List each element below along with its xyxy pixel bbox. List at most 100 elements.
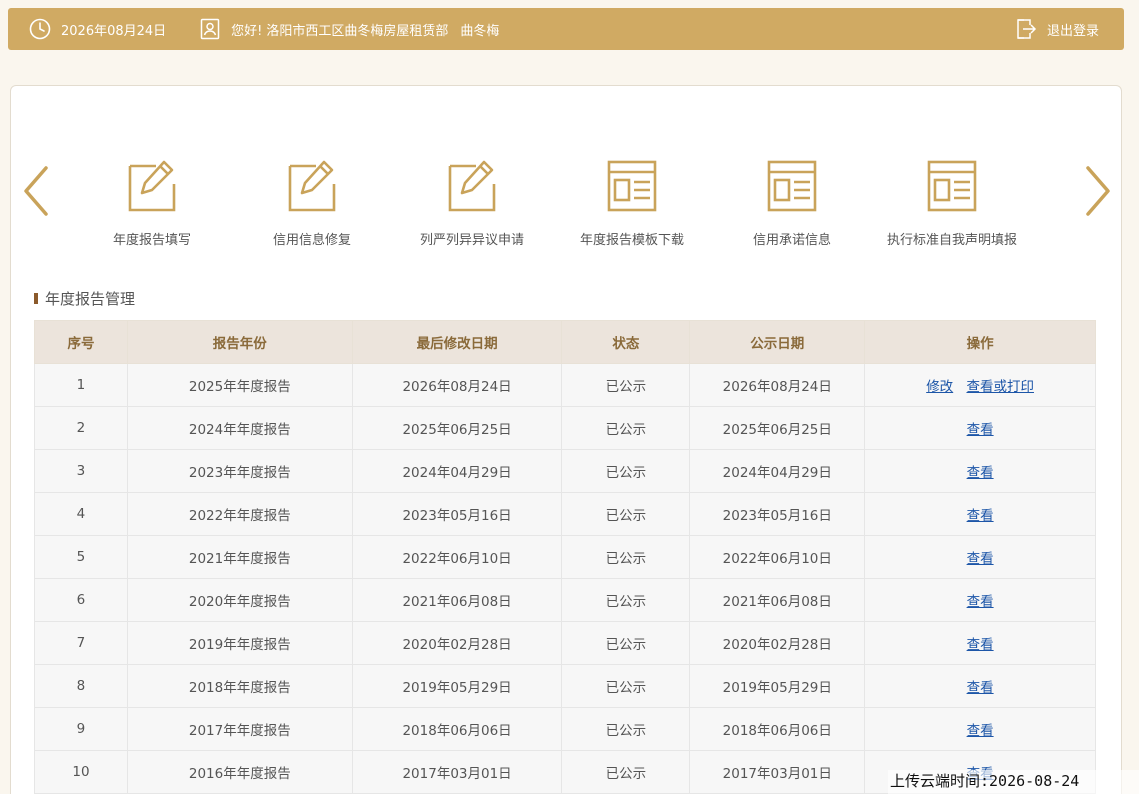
view-link[interactable]: 查看 xyxy=(967,551,994,567)
cell-published: 2023年05月16日 xyxy=(689,492,866,536)
logout-button[interactable]: 退出登录 xyxy=(1014,8,1099,50)
cell-published: 2021年06月08日 xyxy=(689,578,866,622)
cell-modified: 2026年08月24日 xyxy=(351,363,563,407)
cell-published: 2026年08月24日 xyxy=(689,363,866,407)
cell-modified: 2018年06月06日 xyxy=(351,707,563,751)
cell-modified: 2020年02月28日 xyxy=(351,621,563,665)
cell-status: 已公示 xyxy=(561,621,691,665)
cell-status: 已公示 xyxy=(561,707,691,751)
quick-link-template-download[interactable]: 年度报告模板下载 xyxy=(557,158,707,248)
cell-no: 6 xyxy=(34,578,128,622)
cell-modified: 2023年05月16日 xyxy=(351,492,563,536)
cell-published: 2024年04月29日 xyxy=(689,449,866,493)
cell-modified: 2017年03月01日 xyxy=(351,750,563,794)
col-header-published: 公示日期 xyxy=(689,320,866,364)
section-marker xyxy=(34,293,38,304)
cell-year: 2018年年度报告 xyxy=(126,664,353,708)
quick-link-label: 信用承诺信息 xyxy=(752,233,831,248)
table-row: 6 2020年年度报告 2021年06月08日 已公示 2021年06月08日 … xyxy=(34,578,1096,622)
chevron-left-icon xyxy=(24,166,48,216)
document-template-icon xyxy=(607,160,657,212)
cell-no: 9 xyxy=(34,707,128,751)
quick-link-label: 信用信息修复 xyxy=(272,233,351,248)
col-header-year: 报告年份 xyxy=(126,320,353,364)
date-display: 2026年08月24日 xyxy=(28,17,166,41)
cell-status: 已公示 xyxy=(561,664,691,708)
quick-link-label: 列严列异异议申请 xyxy=(419,233,524,248)
user-info: 您好! 洛阳市西工区曲冬梅房屋租赁部 曲冬梅 xyxy=(198,17,499,41)
cell-year: 2022年年度报告 xyxy=(126,492,353,536)
quick-link-label: 年度报告模板下载 xyxy=(579,233,684,248)
cell-actions: 查看 xyxy=(864,535,1096,579)
top-bar: 2026年08月24日 您好! 洛阳市西工区曲冬梅房屋租赁部 曲冬梅 退出登录 xyxy=(8,8,1124,50)
table-row: 7 2019年年度报告 2020年02月28日 已公示 2020年02月28日 … xyxy=(34,621,1096,665)
cell-year: 2019年年度报告 xyxy=(126,621,353,665)
view-link[interactable]: 查看 xyxy=(967,594,994,610)
logout-icon xyxy=(1014,17,1038,41)
table-row: 1 2025年年度报告 2026年08月24日 已公示 2026年08月24日 … xyxy=(34,363,1096,407)
cell-modified: 2021年06月08日 xyxy=(351,578,563,622)
col-header-actions: 操作 xyxy=(864,320,1096,364)
upload-time-watermark: 上传云端时间:2026-08-24 20:47:28 xyxy=(888,770,1139,794)
view-link[interactable]: 查看 xyxy=(967,680,994,696)
main-panel: 年度报告填写 信用信息修复 列严列异异议申请 年度报告模板下载 信用承诺信息 执… xyxy=(10,85,1122,794)
table-header-row: 序号 报告年份 最后修改日期 状态 公示日期 操作 xyxy=(34,320,1096,364)
cell-no: 4 xyxy=(34,492,128,536)
section-title: 年度报告管理 xyxy=(34,288,135,309)
chevron-right-icon xyxy=(1086,166,1110,216)
cell-year: 2020年年度报告 xyxy=(126,578,353,622)
view-link[interactable]: 查看 xyxy=(967,422,994,438)
edit-link[interactable]: 修改 xyxy=(926,379,953,395)
table-row: 2 2024年年度报告 2025年06月25日 已公示 2025年06月25日 … xyxy=(34,406,1096,450)
view-print-link[interactable]: 查看或打印 xyxy=(966,379,1034,395)
col-header-status: 状态 xyxy=(561,320,691,364)
clock-icon xyxy=(28,17,52,41)
quick-link-standard-declaration[interactable]: 执行标准自我声明填报 xyxy=(877,158,1027,248)
view-link[interactable]: 查看 xyxy=(967,637,994,653)
cell-actions: 查看 xyxy=(864,621,1096,665)
edit-form-icon xyxy=(448,160,496,212)
cell-actions: 查看 xyxy=(864,449,1096,493)
cell-published: 2022年06月10日 xyxy=(689,535,866,579)
cell-published: 2017年03月01日 xyxy=(689,750,866,794)
greeting-text: 您好! xyxy=(231,23,263,39)
cell-modified: 2024年04月29日 xyxy=(351,449,563,493)
view-link[interactable]: 查看 xyxy=(967,723,994,739)
document-template-icon xyxy=(767,160,817,212)
cell-actions: 查看 xyxy=(864,406,1096,450)
cell-actions: 查看 xyxy=(864,707,1096,751)
table-row: 4 2022年年度报告 2023年05月16日 已公示 2023年05月16日 … xyxy=(34,492,1096,536)
cell-published: 2025年06月25日 xyxy=(689,406,866,450)
section-title-text: 年度报告管理 xyxy=(45,290,136,308)
quick-link-credit-repair[interactable]: 信用信息修复 xyxy=(237,158,387,248)
quick-link-objection-application[interactable]: 列严列异异议申请 xyxy=(397,158,547,248)
cell-no: 10 xyxy=(34,750,128,794)
cell-status: 已公示 xyxy=(561,750,691,794)
view-link[interactable]: 查看 xyxy=(967,465,994,481)
cell-published: 2020年02月28日 xyxy=(689,621,866,665)
carousel-prev-button[interactable] xyxy=(21,164,51,218)
quick-link-label: 执行标准自我声明填报 xyxy=(886,233,1017,248)
cell-year: 2025年年度报告 xyxy=(126,363,353,407)
cell-status: 已公示 xyxy=(561,449,691,493)
company-name: 洛阳市西工区曲冬梅房屋租赁部 xyxy=(266,23,449,39)
user-name: 曲冬梅 xyxy=(460,23,500,39)
table-row: 9 2017年年度报告 2018年06月06日 已公示 2018年06月06日 … xyxy=(34,707,1096,751)
cell-status: 已公示 xyxy=(561,363,691,407)
cell-modified: 2022年06月10日 xyxy=(351,535,563,579)
quick-link-credit-commitment[interactable]: 信用承诺信息 xyxy=(717,158,867,248)
col-header-no: 序号 xyxy=(34,320,128,364)
cell-year: 2017年年度报告 xyxy=(126,707,353,751)
view-link[interactable]: 查看 xyxy=(967,508,994,524)
quick-link-annual-report-fill[interactable]: 年度报告填写 xyxy=(77,158,227,248)
cell-no: 1 xyxy=(34,363,128,407)
cell-year: 2023年年度报告 xyxy=(126,449,353,493)
cell-status: 已公示 xyxy=(561,406,691,450)
carousel-next-button[interactable] xyxy=(1083,164,1113,218)
cell-year: 2021年年度报告 xyxy=(126,535,353,579)
cell-actions: 查看 xyxy=(864,492,1096,536)
quick-link-label: 年度报告填写 xyxy=(112,233,191,248)
cell-no: 5 xyxy=(34,535,128,579)
edit-form-icon xyxy=(128,160,176,212)
cell-actions: 修改 查看或打印 xyxy=(864,363,1096,407)
